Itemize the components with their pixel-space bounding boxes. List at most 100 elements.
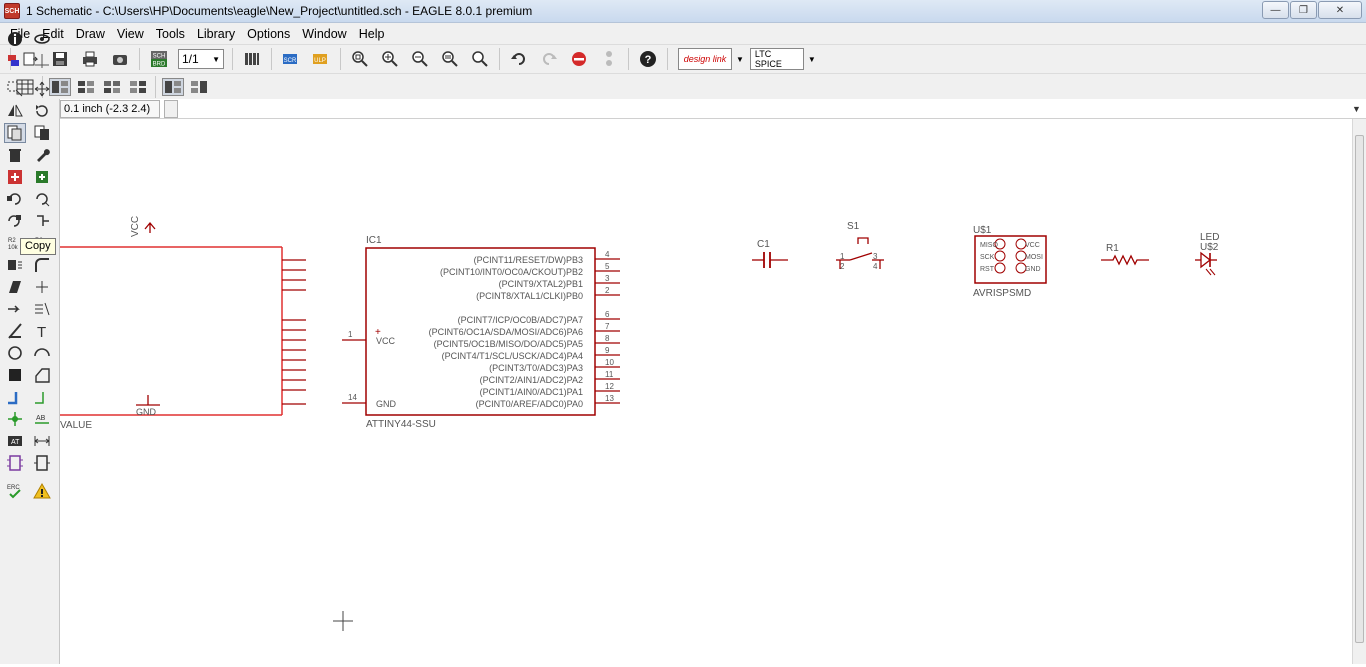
schematic-drawing[interactable]: VCC GND VALUE IC1 ATTINY44-SSU 1VCC14GND…	[60, 119, 1352, 664]
scrollbar-thumb[interactable]	[1355, 135, 1364, 643]
help-icon[interactable]: ?	[636, 47, 660, 71]
info-icon[interactable]	[4, 29, 26, 49]
main-toolbar: SCH BRD 1/1 ▼ SCR ULP ? design link ▼ LTC …	[0, 44, 1366, 73]
chevron-down-icon[interactable]: ▼	[736, 55, 744, 64]
c1-capacitor[interactable]: C1	[752, 239, 788, 268]
menu-view[interactable]: View	[111, 27, 150, 41]
ic1-left-pin-number: 14	[348, 393, 357, 402]
library-icon[interactable]	[240, 47, 264, 71]
menu-window[interactable]: Window	[296, 27, 352, 41]
smash-icon[interactable]	[4, 255, 26, 275]
zoom-out-icon[interactable]	[408, 47, 432, 71]
r1-resistor[interactable]: R1	[1101, 243, 1149, 266]
ic1-right-pin-name: (PCINT11/RESET/DW)PB3	[474, 255, 583, 265]
chevron-down-icon[interactable]: ▼	[1352, 104, 1366, 114]
split-wire-icon[interactable]	[4, 277, 26, 297]
undo-icon[interactable]	[507, 47, 531, 71]
eye-icon[interactable]	[31, 29, 53, 49]
menu-library[interactable]: Library	[191, 27, 241, 41]
script-icon[interactable]: SCR	[279, 47, 303, 71]
ltc-spice-button[interactable]: LTC SPICE	[749, 48, 804, 70]
print-icon[interactable]	[78, 47, 102, 71]
move-icon[interactable]	[31, 79, 53, 99]
layers-icon[interactable]	[4, 51, 26, 71]
chevron-down-icon[interactable]: ▼	[808, 55, 816, 64]
ic1-left-pin-name: GND	[376, 399, 397, 409]
dimension-icon[interactable]	[31, 431, 53, 451]
menu-options[interactable]: Options	[241, 27, 296, 41]
ic1-name-label: IC1	[366, 235, 382, 246]
replace-icon[interactable]	[31, 167, 53, 187]
command-history-button[interactable]	[164, 99, 178, 118]
group-icon[interactable]	[4, 123, 26, 143]
route-icon[interactable]	[4, 299, 26, 319]
delete-icon[interactable]	[4, 145, 26, 165]
mirror-icon[interactable]	[4, 101, 26, 121]
menu-draw[interactable]: Draw	[70, 27, 111, 41]
sheet-select[interactable]: 1/1 ▼	[178, 49, 224, 69]
invoke-icon[interactable]	[4, 189, 26, 209]
line-icon[interactable]	[4, 321, 26, 341]
redo-icon[interactable]	[537, 47, 561, 71]
copy-icon[interactable]	[31, 123, 53, 143]
gate-swap-icon[interactable]	[31, 189, 53, 209]
layout-quad-icon[interactable]	[101, 78, 123, 96]
sch-brd-switch-icon[interactable]: SCH BRD	[147, 47, 171, 71]
ic1-attiny44[interactable]: IC1 ATTINY44-SSU 1VCC14GND 4(PCINT11/RES…	[342, 235, 620, 430]
ic1-right-pin-number: 6	[605, 310, 610, 319]
module-icon[interactable]	[31, 453, 53, 473]
pin-swap-icon[interactable]	[4, 211, 26, 231]
zoom-fit-icon[interactable]	[348, 47, 372, 71]
layout-bottom-icon[interactable]	[127, 78, 149, 96]
toolbar-separator	[232, 48, 233, 70]
svg-text:T: T	[37, 324, 46, 340]
menu-tools[interactable]: Tools	[150, 27, 191, 41]
frame-part[interactable]: VCC GND VALUE	[60, 216, 306, 431]
led-diode[interactable]: LED U$2	[1195, 232, 1219, 276]
vertical-scrollbar[interactable]	[1352, 119, 1366, 664]
layout-left-icon[interactable]	[162, 77, 184, 96]
design-link-button[interactable]: design link	[678, 48, 732, 70]
text-icon[interactable]: T	[31, 321, 53, 341]
split-icon[interactable]	[31, 211, 53, 231]
warning-icon[interactable]	[31, 481, 53, 501]
minimize-button[interactable]: —	[1262, 1, 1289, 19]
layout-split-icon[interactable]	[75, 78, 97, 96]
stop-icon[interactable]	[567, 47, 591, 71]
polygon-icon[interactable]	[31, 365, 53, 385]
miter-icon[interactable]	[31, 255, 53, 275]
bus-icon[interactable]	[4, 387, 26, 407]
frame-icon[interactable]	[4, 453, 26, 473]
arc-icon[interactable]	[31, 343, 53, 363]
label-icon[interactable]: AB	[31, 409, 53, 429]
add-icon[interactable]	[4, 167, 26, 187]
ic1-right-pin-number: 11	[605, 370, 614, 379]
rotate-icon[interactable]	[31, 101, 53, 121]
zoom-select-icon[interactable]	[468, 47, 492, 71]
zoom-in-icon[interactable]	[378, 47, 402, 71]
ulp-icon[interactable]: ULP	[309, 47, 333, 71]
close-button[interactable]: ✕	[1318, 1, 1362, 19]
zoom-redraw-icon[interactable]	[438, 47, 462, 71]
avrisp-header[interactable]: U$1 MISO SCK RST VCC MOSI GND AVRISPSMD	[973, 225, 1047, 299]
maximize-button[interactable]: ❐	[1290, 1, 1317, 19]
layout-right-icon[interactable]	[188, 78, 210, 96]
menu-help[interactable]: Help	[353, 27, 391, 41]
command-input[interactable]	[180, 99, 1352, 118]
mark-icon[interactable]	[31, 51, 53, 71]
wrench-icon[interactable]	[31, 145, 53, 165]
erc-icon[interactable]: ERC	[4, 481, 26, 501]
schematic-canvas[interactable]: VCC GND VALUE IC1 ATTINY44-SSU 1 VCC 14 GND…	[60, 119, 1352, 664]
cam-processor-icon[interactable]	[108, 47, 132, 71]
s1-switch[interactable]: S1 1 3 2 4	[836, 221, 884, 271]
ripup-icon[interactable]	[31, 299, 53, 319]
move-selection-icon[interactable]	[4, 79, 26, 99]
optimize-icon[interactable]	[31, 277, 53, 297]
rectangle-icon[interactable]	[4, 365, 26, 385]
go-icon[interactable]	[597, 47, 621, 71]
junction-icon[interactable]	[4, 409, 26, 429]
net-icon[interactable]	[31, 387, 53, 407]
ic1-right-pin-name: (PCINT1/AIN0/ADC1)PA1	[480, 387, 583, 397]
attribute-icon[interactable]: AT	[4, 431, 26, 451]
circle-icon[interactable]	[4, 343, 26, 363]
